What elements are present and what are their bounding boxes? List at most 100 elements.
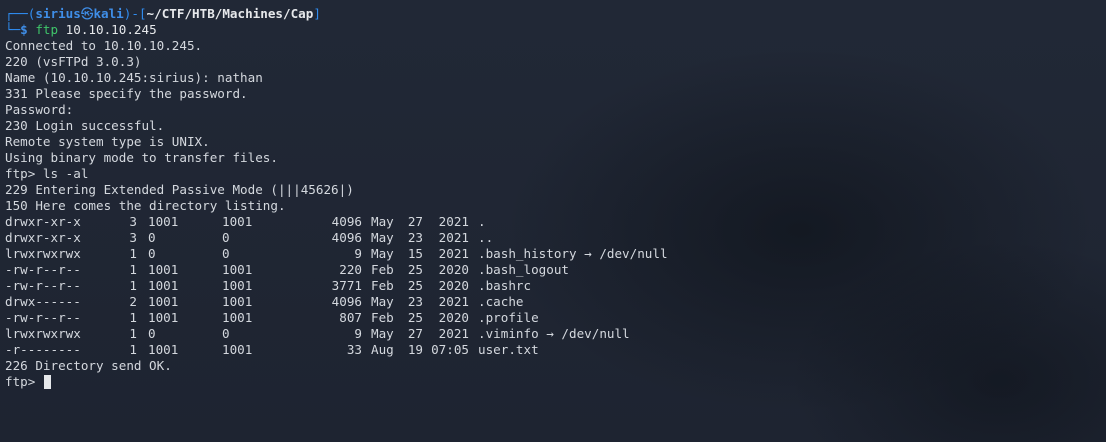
listing-row: drwxr-xr-x 3 0 0 4096 May 23 2021.. (5, 230, 668, 246)
month-cell: Feb (371, 262, 394, 277)
directory-listing: drwxr-xr-x 3 1001 1001 4096 May 27 2021. drwxr-x… (5, 214, 668, 358)
output-line: 150 Here comes the directory listing. (5, 198, 286, 213)
perm-cell: lrwxrwxrwx (5, 326, 81, 341)
size-cell: 9 (354, 246, 362, 261)
terminal-window[interactable]: ┌──(sirius㉿kali)-[~/CTF/HTB/Machines/Cap… (0, 0, 1106, 442)
day-cell: 19 (407, 342, 423, 357)
prompt-host: kali (93, 6, 124, 21)
month-cell: May (371, 326, 394, 341)
filename-cell: . (478, 214, 486, 229)
output-line: 230 Login successful. (5, 118, 165, 133)
perm-cell: drwxr-xr-x (5, 230, 81, 245)
prompt-at-symbol: ㉿ (80, 6, 94, 21)
links-cell: 1 (129, 262, 137, 277)
time-cell: 2021 (438, 326, 469, 341)
month-cell: Feb (371, 278, 394, 293)
output-line: 331 Please specify the password. (5, 86, 248, 101)
month-cell: Feb (371, 310, 394, 325)
filename-cell: .bash_logout (478, 262, 569, 277)
group-cell: 0 (222, 326, 230, 341)
month-cell: May (371, 294, 394, 309)
prompt-frame-mid: )-[ (123, 6, 147, 21)
ftp-prompt-line[interactable]: ftp> (5, 374, 668, 390)
text-cursor (43, 375, 51, 389)
group-cell: 1001 (222, 278, 253, 293)
output-line: Password: (5, 102, 74, 117)
ftp-prompt: ftp> (5, 374, 43, 389)
links-cell: 1 (129, 342, 137, 357)
perm-cell: -rw-r--r-- (5, 310, 81, 325)
group-cell: 0 (222, 230, 230, 245)
links-cell: 1 (129, 326, 137, 341)
time-cell: 2021 (438, 246, 469, 261)
prompt-path: ~/CTF/HTB/Machines/Cap (146, 6, 314, 21)
day-cell: 27 (407, 326, 423, 341)
links-cell: 2 (129, 294, 137, 309)
size-cell: 9 (354, 326, 362, 341)
time-cell: 2020 (438, 278, 469, 293)
perm-cell: -rw-r--r-- (5, 262, 81, 277)
month-cell: May (371, 230, 394, 245)
month-cell: May (371, 214, 394, 229)
listing-row: -rw-r--r-- 1 1001 1001 220 Feb 25 2020 .bash_log… (5, 262, 668, 278)
prompt-frame-bottom: └─ (5, 22, 21, 37)
day-cell: 23 (407, 294, 423, 309)
filename-cell: .bashrc (478, 278, 532, 293)
time-cell: 2020 (438, 310, 469, 325)
day-cell: 25 (407, 278, 423, 293)
links-cell: 3 (129, 230, 137, 245)
time-cell: 2021 (438, 230, 469, 245)
links-cell: 1 (129, 310, 137, 325)
owner-cell: 1001 (148, 262, 179, 277)
listing-row: -rw-r--r-- 1 1001 1001 3771 Feb 25 2020 .bashrc (5, 278, 668, 294)
month-cell: Aug (371, 342, 394, 357)
filename-cell: .profile (478, 310, 539, 325)
perm-cell: -r-------- (5, 342, 81, 357)
size-cell: 4096 (331, 230, 362, 245)
prompt-dollar: $ (20, 22, 36, 37)
group-cell: 1001 (222, 262, 253, 277)
owner-cell: 1001 (148, 294, 179, 309)
day-cell: 27 (407, 214, 423, 229)
terminal-output: ┌──(sirius㉿kali)-[~/CTF/HTB/Machines/Cap… (5, 6, 668, 390)
owner-cell: 0 (148, 230, 156, 245)
size-cell: 220 (339, 262, 362, 277)
day-cell: 15 (407, 246, 423, 261)
output-line: ftp> ls -al (5, 166, 89, 181)
filename-cell: .. (478, 230, 494, 245)
group-cell: 1001 (222, 294, 253, 309)
prompt-header-line: ┌──(sirius㉿kali)-[~/CTF/HTB/Machines/Cap… (5, 6, 668, 22)
day-cell: 25 (407, 262, 423, 277)
time-cell: 2021 (438, 294, 469, 309)
perm-cell: drwxr-xr-x (5, 214, 81, 229)
time-cell: 07:05 (431, 342, 469, 357)
size-cell: 33 (346, 342, 362, 357)
owner-cell: 0 (148, 246, 156, 261)
perm-cell: drwx------ (5, 294, 81, 309)
listing-row: lrwxrwxrwx 1 0 0 9 May 15 2021 .bash_history → /… (5, 246, 668, 262)
output-line: Connected to 10.10.10.245. (5, 38, 203, 53)
prompt-user: sirius (35, 6, 81, 21)
filename-cell: .bash_history → /dev/null (478, 246, 668, 261)
output-line: 229 Entering Extended Passive Mode (|||4… (5, 182, 354, 197)
owner-cell: 0 (148, 326, 156, 341)
filename-cell: .cache (478, 294, 524, 309)
output-line: 220 (vsFTPd 3.0.3) (5, 54, 142, 69)
group-cell: 1001 (222, 214, 253, 229)
listing-row: -r-------- 1 1001 1001 33 Aug 19 07:05 user.txt (5, 342, 668, 358)
listing-row: drwxr-xr-x 3 1001 1001 4096 May 27 2021. (5, 214, 668, 230)
prompt-frame-top: ┌──( (5, 6, 36, 21)
links-cell: 3 (129, 214, 137, 229)
group-cell: 1001 (222, 342, 253, 357)
time-cell: 2020 (438, 262, 469, 277)
time-cell: 2021 (438, 214, 469, 229)
prompt-frame-end: ] (313, 6, 321, 21)
day-cell: 23 (407, 230, 423, 245)
command-args: 10.10.10.245 (58, 22, 157, 37)
output-line: 226 Directory send OK. (5, 358, 172, 373)
prompt-command-line: └─$ ftp 10.10.10.245 (5, 22, 668, 38)
links-cell: 1 (129, 278, 137, 293)
size-cell: 4096 (331, 214, 362, 229)
command-name: ftp (35, 22, 59, 37)
month-cell: May (371, 246, 394, 261)
